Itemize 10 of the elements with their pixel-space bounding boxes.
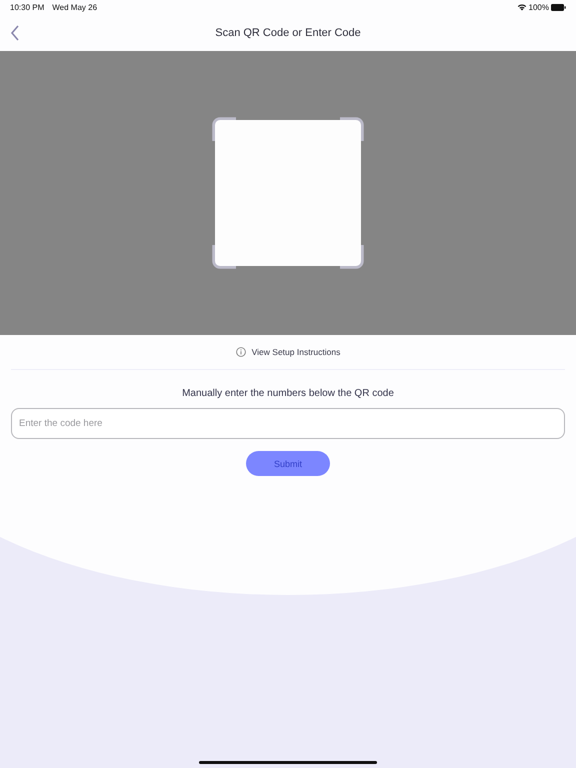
info-icon (236, 347, 246, 357)
setup-instructions-link[interactable]: View Setup Instructions (236, 347, 340, 357)
battery-icon (551, 4, 566, 10)
status-time: 10:30 PM (10, 2, 44, 12)
wifi-icon (516, 3, 527, 11)
manual-entry-instruction: Manually enter the numbers below the QR code (181, 388, 395, 399)
page-title: Scan QR Code or Enter Code (215, 26, 361, 38)
battery-percent: 100% (528, 2, 549, 12)
code-input-field[interactable]: Enter the code here (11, 408, 565, 439)
status-date: Wed May 26 (52, 2, 98, 12)
